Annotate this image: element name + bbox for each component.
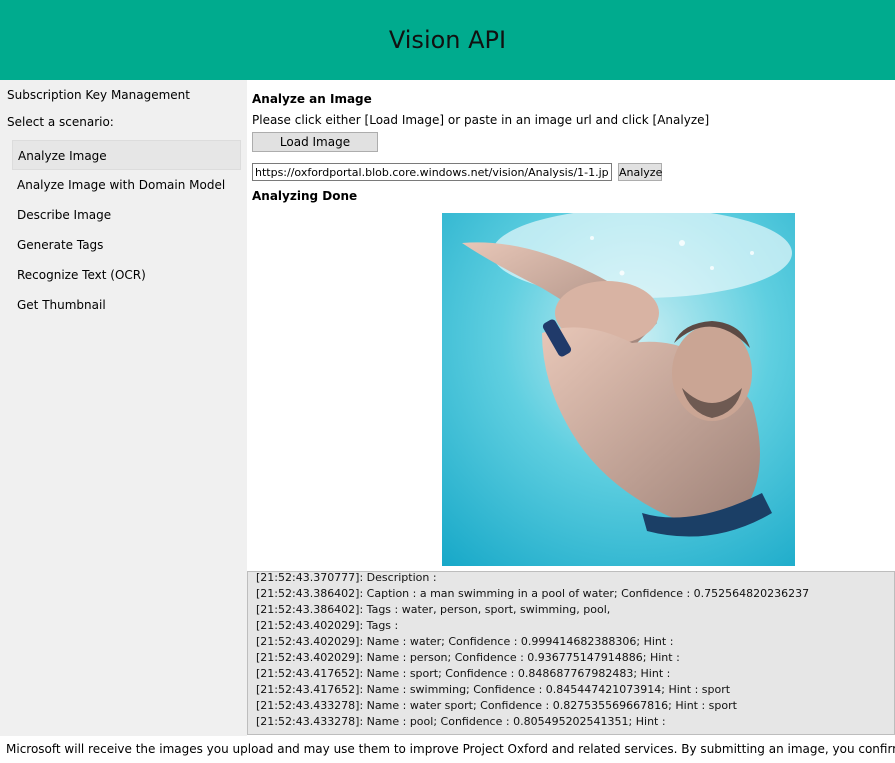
scenario-recognize-text[interactable]: Recognize Text (OCR) bbox=[12, 260, 241, 290]
log-line: [21:52:43.386402]: Caption : a man swimm… bbox=[256, 587, 810, 600]
log-line: [21:52:43.386402]: Tags : water, person,… bbox=[256, 603, 611, 616]
scenario-analyze-image[interactable]: Analyze Image bbox=[12, 140, 241, 170]
app-title: Vision API bbox=[388, 26, 507, 54]
subscription-key-management-link[interactable]: Subscription Key Management bbox=[7, 88, 190, 102]
page-title: Analyze an Image bbox=[252, 92, 372, 106]
instructions-text: Please click either [Load Image] or past… bbox=[252, 113, 710, 127]
sidebar: Subscription Key Management Select a sce… bbox=[0, 80, 247, 736]
log-line: [21:52:43.433278]: Name : pool; Confiden… bbox=[256, 715, 666, 728]
scenario-analyze-image-domain-model[interactable]: Analyze Image with Domain Model bbox=[12, 170, 241, 200]
status-text: Analyzing Done bbox=[252, 189, 358, 203]
log-panel[interactable]: [21:52:43.370777]: Description : [21:52:… bbox=[247, 571, 895, 735]
log-line: [21:52:43.402029]: Tags : bbox=[256, 619, 399, 632]
image-url-input[interactable] bbox=[252, 163, 612, 181]
scenario-describe-image[interactable]: Describe Image bbox=[12, 200, 241, 230]
scenario-generate-tags[interactable]: Generate Tags bbox=[12, 230, 241, 260]
app-header: Vision API bbox=[0, 0, 895, 80]
scenario-list: Analyze Image Analyze Image with Domain … bbox=[12, 140, 241, 320]
log-line: [21:52:43.417652]: Name : sport; Confide… bbox=[256, 667, 671, 680]
analyze-button[interactable]: Analyze bbox=[618, 163, 662, 181]
log-line: [21:52:43.370777]: Description : bbox=[256, 571, 437, 584]
log-line: [21:52:43.417652]: Name : swimming; Conf… bbox=[256, 683, 731, 696]
log-line: [21:52:43.402029]: Name : water; Confide… bbox=[256, 635, 674, 648]
analyzed-image bbox=[442, 213, 795, 566]
scenario-get-thumbnail[interactable]: Get Thumbnail bbox=[12, 290, 241, 320]
log-lines: [21:52:43.370777]: Description : [21:52:… bbox=[256, 571, 810, 730]
select-scenario-label: Select a scenario: bbox=[7, 115, 114, 129]
log-line: [21:52:43.433278]: Name : water sport; C… bbox=[256, 699, 737, 712]
consent-notice: Microsoft will receive the images you up… bbox=[6, 742, 895, 756]
footer: Microsoft will receive the images you up… bbox=[0, 736, 895, 763]
load-image-button[interactable]: Load Image bbox=[252, 132, 378, 152]
log-line: [21:52:43.402029]: Name : person; Confid… bbox=[256, 651, 680, 664]
